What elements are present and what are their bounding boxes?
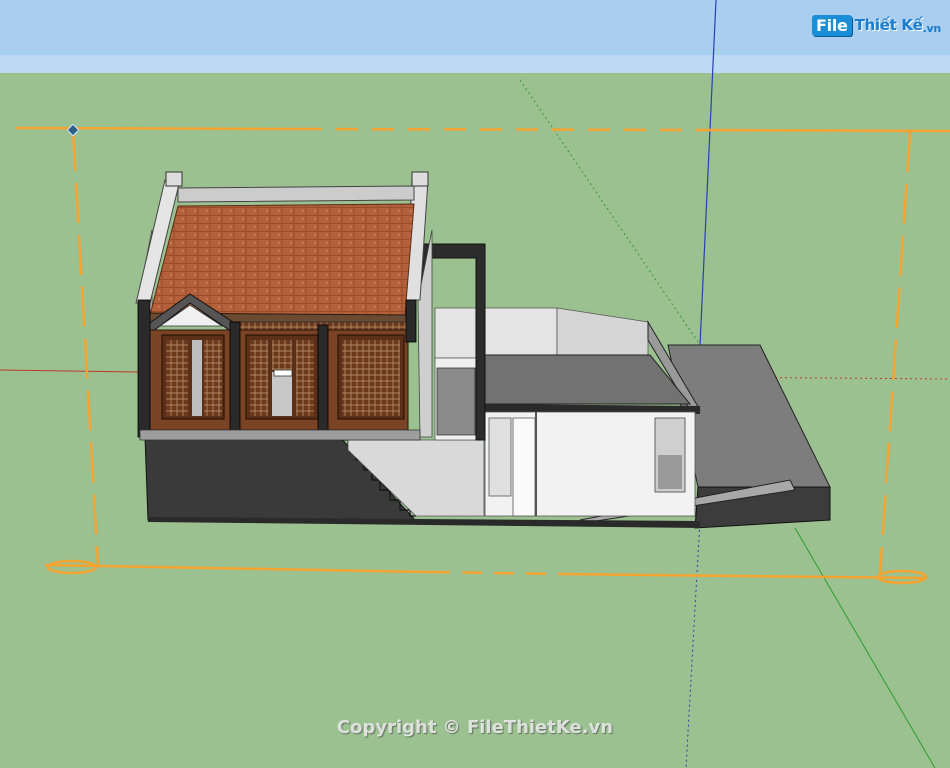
copyright-watermark: Copyright © FileThietKe.vn <box>336 717 614 738</box>
gable-finial <box>165 171 183 187</box>
column <box>137 299 151 438</box>
logo-file-text: File <box>812 14 852 36</box>
column <box>229 321 241 438</box>
column <box>317 324 329 431</box>
logo-suffix: .vn <box>922 22 942 35</box>
door-panels <box>161 334 405 420</box>
filethietke-logo: File Thiết Kế .vn <box>812 12 941 38</box>
column <box>405 299 417 343</box>
main-house <box>135 171 433 441</box>
3d-model-canvas[interactable] <box>0 0 950 768</box>
gable-finial <box>411 171 429 187</box>
doorway <box>512 417 536 517</box>
sky-horizon-glow <box>0 55 950 73</box>
doorway <box>488 417 512 497</box>
logo-rest-text: Thiết Kế <box>854 16 923 34</box>
sketchup-viewport[interactable]: File Thiết Kế .vn Copyright © FileThietK… <box>0 0 950 768</box>
